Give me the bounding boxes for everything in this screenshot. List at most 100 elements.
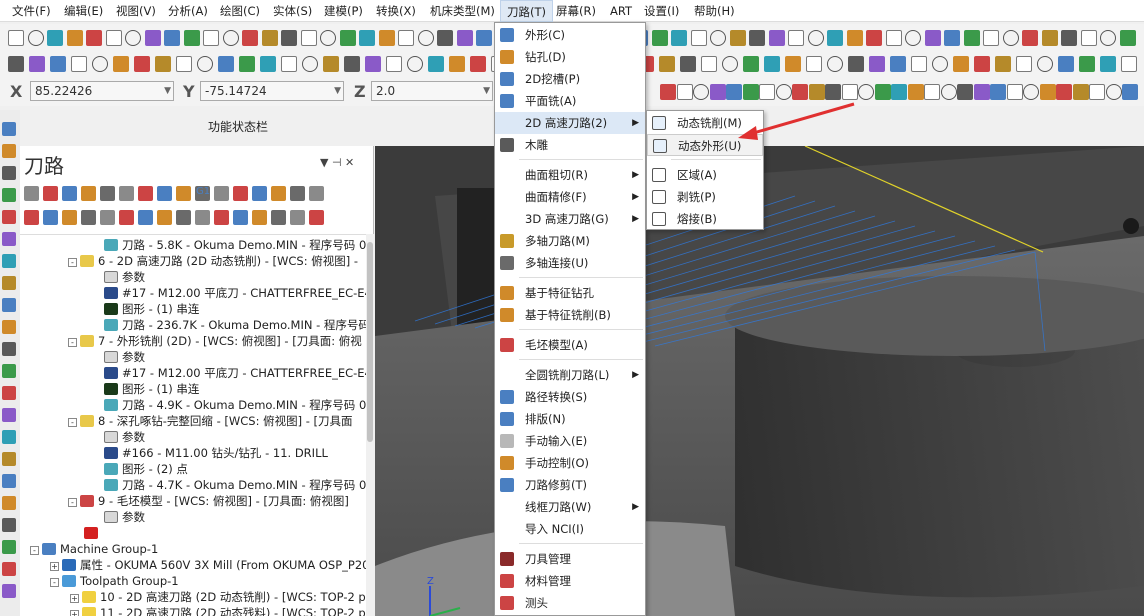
toolbar-button-icon[interactable] (449, 56, 465, 72)
toolbar-button-icon[interactable] (323, 56, 339, 72)
expand-icon[interactable]: + (70, 610, 79, 616)
toolbar-button-icon[interactable] (680, 56, 696, 72)
toolbar-button-icon[interactable] (1119, 30, 1136, 46)
tree-row[interactable]: 刀路 - 5.8K - Okuma Demo.MIN - 程序号码 0 (104, 237, 366, 253)
tree-row[interactable]: 刀路 - 4.9K - Okuma Demo.MIN - 程序号码 0 (104, 397, 366, 413)
menu-12[interactable]: 设置(I) (638, 0, 685, 22)
toolbar-button-icon[interactable] (924, 30, 941, 46)
z-coordinate-field[interactable]: 2.0 ▼ (371, 81, 493, 101)
tree-row[interactable]: 参数 (104, 349, 145, 365)
menu-13[interactable]: 帮助(H) (688, 0, 741, 22)
toolbar-button-icon[interactable] (1079, 56, 1095, 72)
toolbar-button-icon[interactable] (1122, 84, 1138, 100)
toolbar-button-icon[interactable] (858, 84, 874, 100)
side-tool-icon[interactable] (2, 474, 16, 488)
tree-row[interactable]: +11 - 2D 高速刀路 (2D 动态残料) - [WCS: TOP-2 pr (70, 605, 366, 616)
toolbar-button-icon[interactable] (50, 56, 66, 72)
panel-tool-icon[interactable] (214, 186, 229, 201)
panel-tool-icon[interactable] (62, 186, 77, 201)
toolbar-button-icon[interactable] (407, 56, 423, 72)
tree-row[interactable]: 参数 (104, 269, 145, 285)
toolbar-button-icon[interactable] (176, 56, 192, 72)
panel-tool-icon[interactable] (214, 210, 229, 225)
menu-item-15[interactable]: 路径转换(S) (495, 386, 645, 408)
panel-tool-icon[interactable] (81, 210, 96, 225)
panel-tool-icon[interactable] (157, 186, 172, 201)
toolbar-button-icon[interactable] (827, 30, 843, 46)
menu-9[interactable]: 刀路(T) (500, 0, 553, 22)
toolbar-button-icon[interactable] (1080, 30, 1097, 46)
panel-tool-icon[interactable] (252, 210, 267, 225)
tree-row[interactable] (84, 525, 102, 541)
toolbar-button-icon[interactable] (222, 30, 239, 46)
toolbar-button-icon[interactable] (281, 30, 297, 46)
submenu-item-3[interactable]: 剥铣(P) (647, 186, 763, 208)
toolbar-button-icon[interactable] (1039, 84, 1056, 100)
tree-row[interactable]: +10 - 2D 高速刀路 (2D 动态铣削) - [WCS: TOP-2 pr (70, 589, 366, 605)
panel-tool-icon[interactable] (176, 210, 191, 225)
toolbar-button-icon[interactable] (866, 30, 882, 46)
side-tool-icon[interactable] (2, 188, 16, 202)
toolbar-button-icon[interactable] (788, 30, 804, 46)
menu-item-2[interactable]: 2D挖槽(P) (495, 68, 645, 90)
menu-item-1[interactable]: 钻孔(D) (495, 46, 645, 68)
toolbar-button-icon[interactable] (417, 30, 434, 46)
tree-scrollbar[interactable] (366, 234, 374, 616)
menu-item-14[interactable]: 全圆铣削刀路(L) ▶ (495, 364, 645, 386)
menu-2[interactable]: 视图(V) (110, 0, 162, 22)
tree-row[interactable]: 图形 - (2) 点 (104, 461, 188, 477)
panel-tool-icon[interactable] (24, 210, 39, 225)
toolbar-button-icon[interactable] (710, 30, 726, 46)
menu-item-20[interactable]: 线框刀路(W) ▶ (495, 496, 645, 518)
toolbar-button-icon[interactable] (974, 56, 990, 72)
toolbar-button-icon[interactable] (924, 84, 940, 100)
panel-tool-icon[interactable] (233, 186, 248, 201)
toolbar-button-icon[interactable] (846, 30, 863, 46)
toolbar-button-icon[interactable] (905, 30, 921, 46)
side-tool-icon[interactable] (2, 386, 16, 400)
tree-row[interactable]: #166 - M11.00 钻头/钻孔 - 11. DRILL (104, 445, 328, 461)
menu-item-5[interactable]: 木雕 (495, 134, 645, 156)
panel-tool-icon[interactable] (195, 210, 210, 225)
side-tool-icon[interactable] (2, 276, 16, 290)
panel-tool-icon[interactable] (43, 186, 58, 201)
toolbar-button-icon[interactable] (203, 30, 219, 46)
side-tool-icon[interactable] (2, 298, 16, 312)
side-tool-icon[interactable] (2, 210, 16, 224)
toolbar-button-icon[interactable] (806, 56, 822, 72)
menu-item-6[interactable]: 曲面粗切(R) ▶ (495, 164, 645, 186)
side-tool-icon[interactable] (2, 254, 16, 268)
toolbar-button-icon[interactable] (1121, 56, 1137, 72)
panel-tool-icon[interactable] (100, 186, 115, 201)
x-coordinate-field[interactable]: 85.22426 ▼ (30, 81, 174, 101)
toolbar-button-icon[interactable] (995, 56, 1011, 72)
menu-item-9[interactable]: 多轴刀路(M) (495, 230, 645, 252)
toolbar-button-icon[interactable] (759, 84, 775, 100)
toolbar-button-icon[interactable] (260, 56, 276, 72)
toolbar-button-icon[interactable] (764, 56, 780, 72)
toolbar-button-icon[interactable] (827, 56, 843, 72)
toolbar-button-icon[interactable] (29, 56, 45, 72)
menu-item-24[interactable]: 测头 (495, 592, 645, 614)
toolbar-button-icon[interactable] (963, 30, 980, 46)
panel-tool-icon[interactable] (119, 210, 134, 225)
toolbar-button-icon[interactable] (164, 30, 180, 46)
toolbar-button-icon[interactable] (1037, 56, 1053, 72)
tree-row[interactable]: 刀路 - 236.7K - Okuma Demo.MIN - 程序号码 0 (104, 317, 366, 333)
toolbar-button-icon[interactable] (239, 56, 255, 72)
toolbar-button-icon[interactable] (8, 56, 24, 72)
panel-tool-icon[interactable] (81, 186, 96, 201)
toolbar-button-icon[interactable] (359, 30, 375, 46)
chevron-down-icon[interactable]: ▼ (334, 82, 341, 100)
toolbar-button-icon[interactable] (651, 30, 668, 46)
toolbar-button-icon[interactable] (1100, 30, 1116, 46)
side-tool-icon[interactable] (2, 232, 16, 246)
toolbar-button-icon[interactable] (940, 84, 957, 100)
expand-icon[interactable]: + (50, 562, 59, 571)
submenu-item-4[interactable]: 熔接(B) (647, 208, 763, 230)
side-tool-icon[interactable] (2, 430, 16, 444)
toolbar-button-icon[interactable] (932, 56, 948, 72)
panel-tool-icon[interactable] (252, 186, 267, 201)
panel-tool-icon[interactable] (233, 210, 248, 225)
menu-item-8[interactable]: 3D 高速刀路(G) ▶ (495, 208, 645, 230)
